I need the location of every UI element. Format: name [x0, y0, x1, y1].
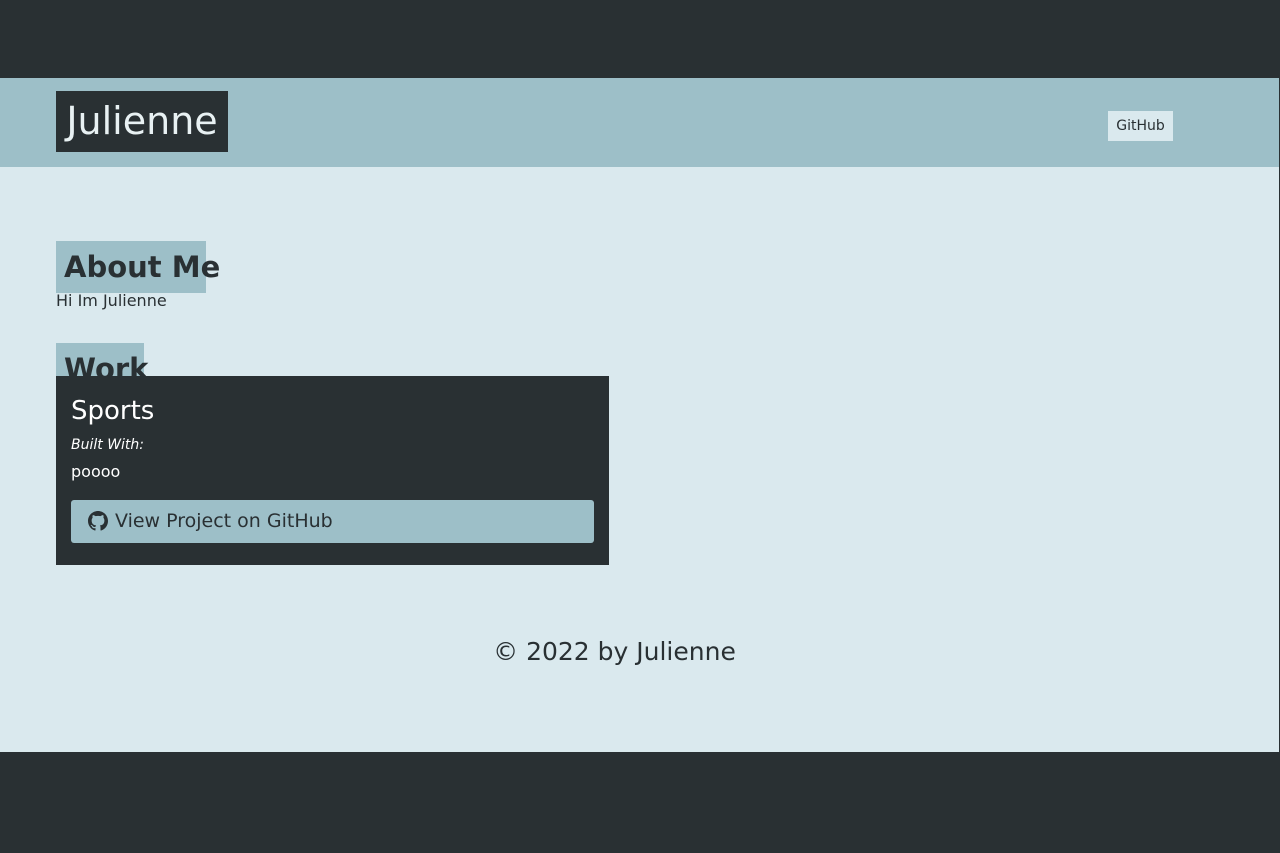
view-project-button-label: View Project on GitHub — [115, 510, 333, 532]
project-title: Sports — [71, 396, 155, 426]
built-with-label: Built With: — [71, 437, 145, 453]
view-project-button[interactable]: View Project on GitHub — [71, 500, 594, 543]
page: Julienne GitHub About Me Hi Im Julienne … — [0, 78, 1279, 752]
site-header: Julienne GitHub — [0, 78, 1279, 167]
footer-copyright: © 2022 by Julienne — [493, 637, 736, 666]
about-text: Hi Im Julienne — [56, 291, 167, 310]
brand-logo[interactable]: Julienne — [56, 91, 228, 152]
built-with-value: poooo — [71, 462, 121, 481]
project-card: Sports Built With: poooo View Project on… — [56, 376, 609, 565]
github-nav-link[interactable]: GitHub — [1108, 111, 1173, 141]
github-icon — [88, 511, 108, 531]
about-heading: About Me — [56, 241, 220, 294]
